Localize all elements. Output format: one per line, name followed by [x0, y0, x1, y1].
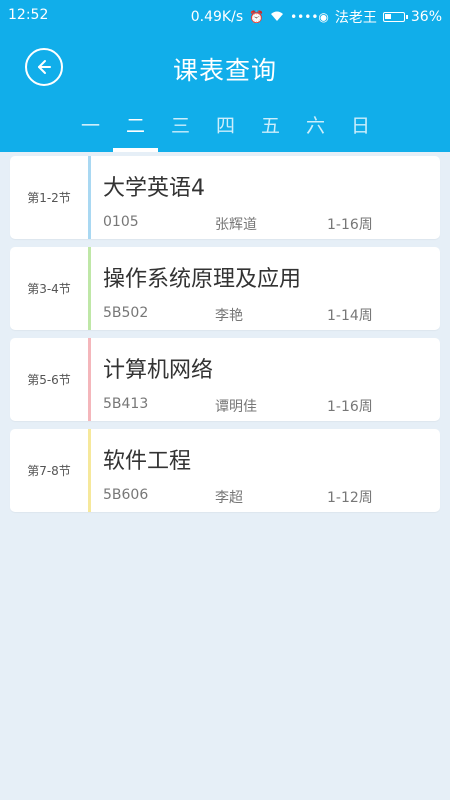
- day-tabs: 一 二 三 四 五 六 日: [68, 104, 383, 152]
- course-weeks: 1-14周: [327, 308, 373, 324]
- course-card[interactable]: 第5-6节 计算机网络 5B413 谭明佳 1-16周: [10, 338, 440, 421]
- title-bar: 课表查询: [0, 32, 450, 102]
- course-teacher: 李超: [215, 490, 243, 506]
- course-teacher: 谭明佳: [215, 399, 257, 415]
- course-room: 5B413: [103, 396, 149, 412]
- course-card[interactable]: 第3-4节 操作系统原理及应用 5B502 李艳 1-14周: [10, 247, 440, 330]
- signal-icon: ••••◉: [290, 10, 329, 24]
- course-list: 第1-2节 大学英语4 0105 张辉道 1-16周 第3-4节 操作系统原理及…: [10, 156, 440, 520]
- status-bar: 12:52 0.49K/s ⏰ ••••◉ 法老王 36%: [0, 0, 450, 32]
- course-color-bar: [88, 338, 91, 421]
- wifi-icon: [270, 10, 284, 25]
- status-time: 12:52: [8, 7, 49, 23]
- course-period: 第1-2节: [27, 191, 71, 205]
- page-title: 课表查询: [172, 56, 277, 85]
- course-color-bar: [88, 247, 91, 330]
- course-name: 大学英语4: [103, 176, 205, 201]
- course-name: 计算机网络: [103, 358, 214, 383]
- course-room: 5B606: [103, 487, 149, 503]
- course-weeks: 1-16周: [327, 217, 373, 233]
- status-right: 0.49K/s ⏰ ••••◉ 法老王 36%: [191, 7, 442, 27]
- tab-sunday[interactable]: 日: [338, 104, 383, 152]
- course-room: 5B502: [103, 305, 149, 321]
- tab-tuesday[interactable]: 二: [113, 104, 158, 152]
- course-teacher: 李艳: [215, 308, 243, 324]
- tab-friday[interactable]: 五: [248, 104, 293, 152]
- course-name: 软件工程: [103, 449, 192, 474]
- course-card[interactable]: 第7-8节 软件工程 5B606 李超 1-12周: [10, 429, 440, 512]
- course-weeks: 1-12周: [327, 490, 373, 506]
- course-weeks: 1-16周: [327, 399, 373, 415]
- course-room: 0105: [103, 214, 139, 230]
- battery-fill: [384, 14, 391, 19]
- course-card[interactable]: 第1-2节 大学英语4 0105 张辉道 1-16周: [10, 156, 440, 239]
- course-period: 第5-6节: [27, 373, 71, 387]
- course-period: 第3-4节: [27, 282, 71, 296]
- battery-percent: 36%: [410, 9, 442, 25]
- carrier-name: 法老王: [334, 10, 377, 26]
- app-header: 12:52 0.49K/s ⏰ ••••◉ 法老王 36% 课表查询 一 二 三…: [0, 0, 450, 152]
- tab-thursday[interactable]: 四: [203, 104, 248, 152]
- course-teacher: 张辉道: [215, 217, 257, 233]
- course-color-bar: [88, 429, 91, 512]
- battery-icon: [382, 12, 408, 22]
- network-speed: 0.49K/s: [190, 9, 244, 25]
- course-name: 操作系统原理及应用: [103, 267, 302, 292]
- course-color-bar: [88, 156, 91, 239]
- tab-saturday[interactable]: 六: [293, 104, 338, 152]
- course-period: 第7-8节: [27, 464, 71, 478]
- alarm-icon: ⏰: [249, 10, 265, 24]
- tab-monday[interactable]: 一: [68, 104, 113, 152]
- tab-wednesday[interactable]: 三: [158, 104, 203, 152]
